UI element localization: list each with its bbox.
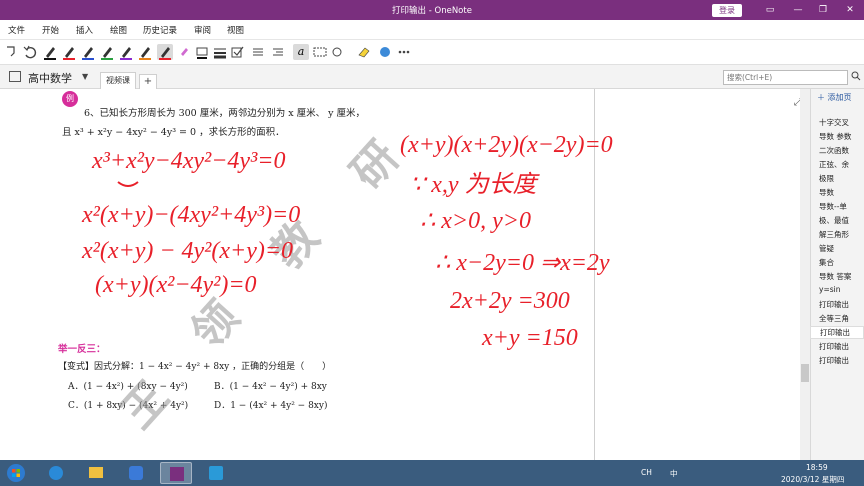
pen-purple-icon[interactable] [118,44,134,60]
pen-blue-icon[interactable] [80,44,96,60]
line-style-icon[interactable] [194,44,210,60]
menu-insert[interactable]: 插入 [76,24,93,36]
more-tools-icon[interactable] [396,44,412,60]
page-item[interactable]: 解三角形 [819,229,849,240]
windows-taskbar: CH 中 18:59 2020/3/12 星期四 [0,460,864,486]
restore-icon[interactable]: ❐ [811,2,835,18]
start-button-icon[interactable] [6,463,26,483]
app-w-icon [129,466,143,480]
taskbar-ie[interactable] [40,462,72,484]
page-item-selected[interactable]: 打印输出 [810,326,864,339]
onenote-icon [170,467,184,481]
eraser-icon[interactable] [356,44,372,60]
pen-green-icon[interactable] [99,44,115,60]
menu-bar: 文件 开始 插入 绘图 历史记录 审阅 视图 [0,20,864,40]
option-b: B．(1 − 4x² − 4y²) + 8xy [214,382,327,392]
notebook-icon[interactable] [9,71,21,82]
pen-black-icon[interactable] [42,44,58,60]
draw-toolbar: a [0,40,864,65]
taskbar-onenote[interactable] [160,462,192,484]
page-item[interactable]: 极、最值 [819,215,849,226]
page-item[interactable]: 导数--单 [819,201,847,212]
problem-line-2: 且 x³ + x²y − 4xy² − 4y³ = 0 ，求长方形的面积． [62,127,285,138]
page-item[interactable]: 导数 参数 [819,131,851,142]
tray-time[interactable]: 18:59 [806,463,828,472]
page-item[interactable]: 打印输出 [819,355,849,366]
page-item[interactable]: 二次函数 [819,145,849,156]
pen-orange-icon[interactable] [137,44,153,60]
menu-review[interactable]: 审阅 [194,24,211,36]
shape-check-icon[interactable] [230,44,246,60]
list-icon[interactable] [250,44,266,60]
menu-file[interactable]: 文件 [8,24,25,36]
lasso-select-icon[interactable] [4,44,20,60]
app-blue-icon [209,466,223,480]
search-input[interactable] [723,70,848,85]
add-page-label: 添加页 [827,93,852,102]
menu-draw[interactable]: 绘图 [110,24,127,36]
title-bar: 打印输出 - OneNote 登录 ▭ — ❐ ✕ [0,0,864,20]
highlighter-icon[interactable] [176,44,192,60]
undo-icon[interactable] [22,44,38,60]
ribbon-display-icon[interactable]: ▭ [758,2,782,18]
text-mode-button[interactable]: a [293,44,309,60]
add-section-button[interactable]: + [139,74,157,89]
page-divider [594,89,595,460]
color-palette-icon[interactable] [377,44,393,60]
scrollbar-thumb[interactable] [801,364,809,382]
page-item[interactable]: 全等三角 [819,313,849,324]
notebook-bar: 高中数学 ▼ 视频课 + [0,65,864,89]
section-tab-video[interactable]: 视频课 [100,72,136,89]
problem-line-1: 6、已知长方形周长为 300 厘米，两邻边分别为 x 厘米、 y 厘米， [84,108,366,119]
chevron-down-icon[interactable]: ▼ [82,72,88,81]
browser-icon [49,466,63,480]
page-item[interactable]: y=sin [819,285,840,294]
indent-icon[interactable] [270,44,286,60]
close-icon[interactable]: ✕ [838,2,862,18]
section-title: 举一反三： [58,344,106,355]
minimize-icon[interactable]: — [786,2,810,18]
page-item[interactable]: 打印输出 [819,299,849,310]
page-scrollbar[interactable] [800,89,810,460]
menu-view[interactable]: 视图 [227,24,244,36]
pen-red-selected-icon[interactable] [157,44,173,60]
variant-stem: 【变式】因式分解：1 − 4x² − 4y² + 8xy ，正确的分组是（ ） [58,362,332,372]
page-item[interactable]: 集合 [819,257,834,268]
ink-to-shape-icon[interactable] [330,44,346,60]
option-d: D．1 − (4x² + 4y² − 8xy) [214,401,328,411]
page-item[interactable]: 导数 [819,187,834,198]
tray-language[interactable]: CH [641,468,652,477]
taskbar-app-blue[interactable] [200,462,232,484]
menu-history[interactable]: 历史记录 [143,24,177,36]
stroke-width-icon[interactable] [212,44,228,60]
page-item[interactable]: 导数 答案 [819,271,851,282]
tray-date[interactable]: 2020/3/12 星期四 [781,474,844,485]
page-item[interactable]: 打印输出 [819,341,849,352]
problem-text: 6、已知长方形周长为 300 厘米，两邻边分别为 x 厘米、 y 厘米， 且 x… [62,106,582,141]
menu-home[interactable]: 开始 [42,24,59,36]
taskbar-app-w[interactable] [120,462,152,484]
tray-ime[interactable]: 中 [670,468,678,479]
ink-to-text-icon[interactable] [312,44,328,60]
example-badge: 例 [62,91,78,107]
folder-icon [89,467,103,478]
pen-red-icon[interactable] [61,44,77,60]
search-icon[interactable] [851,71,861,81]
page-item[interactable]: 正弦、余 [819,159,849,170]
page-item[interactable]: 管疑 [819,243,834,254]
taskbar-explorer[interactable] [80,462,112,484]
page-item[interactable]: 十字交叉 [819,117,849,128]
login-button[interactable]: 登录 [712,4,742,17]
notebook-name[interactable]: 高中数学 [28,70,72,86]
add-page-button[interactable]: ＋ 添加页 [817,92,852,103]
page-item[interactable]: 极限 [819,173,834,184]
